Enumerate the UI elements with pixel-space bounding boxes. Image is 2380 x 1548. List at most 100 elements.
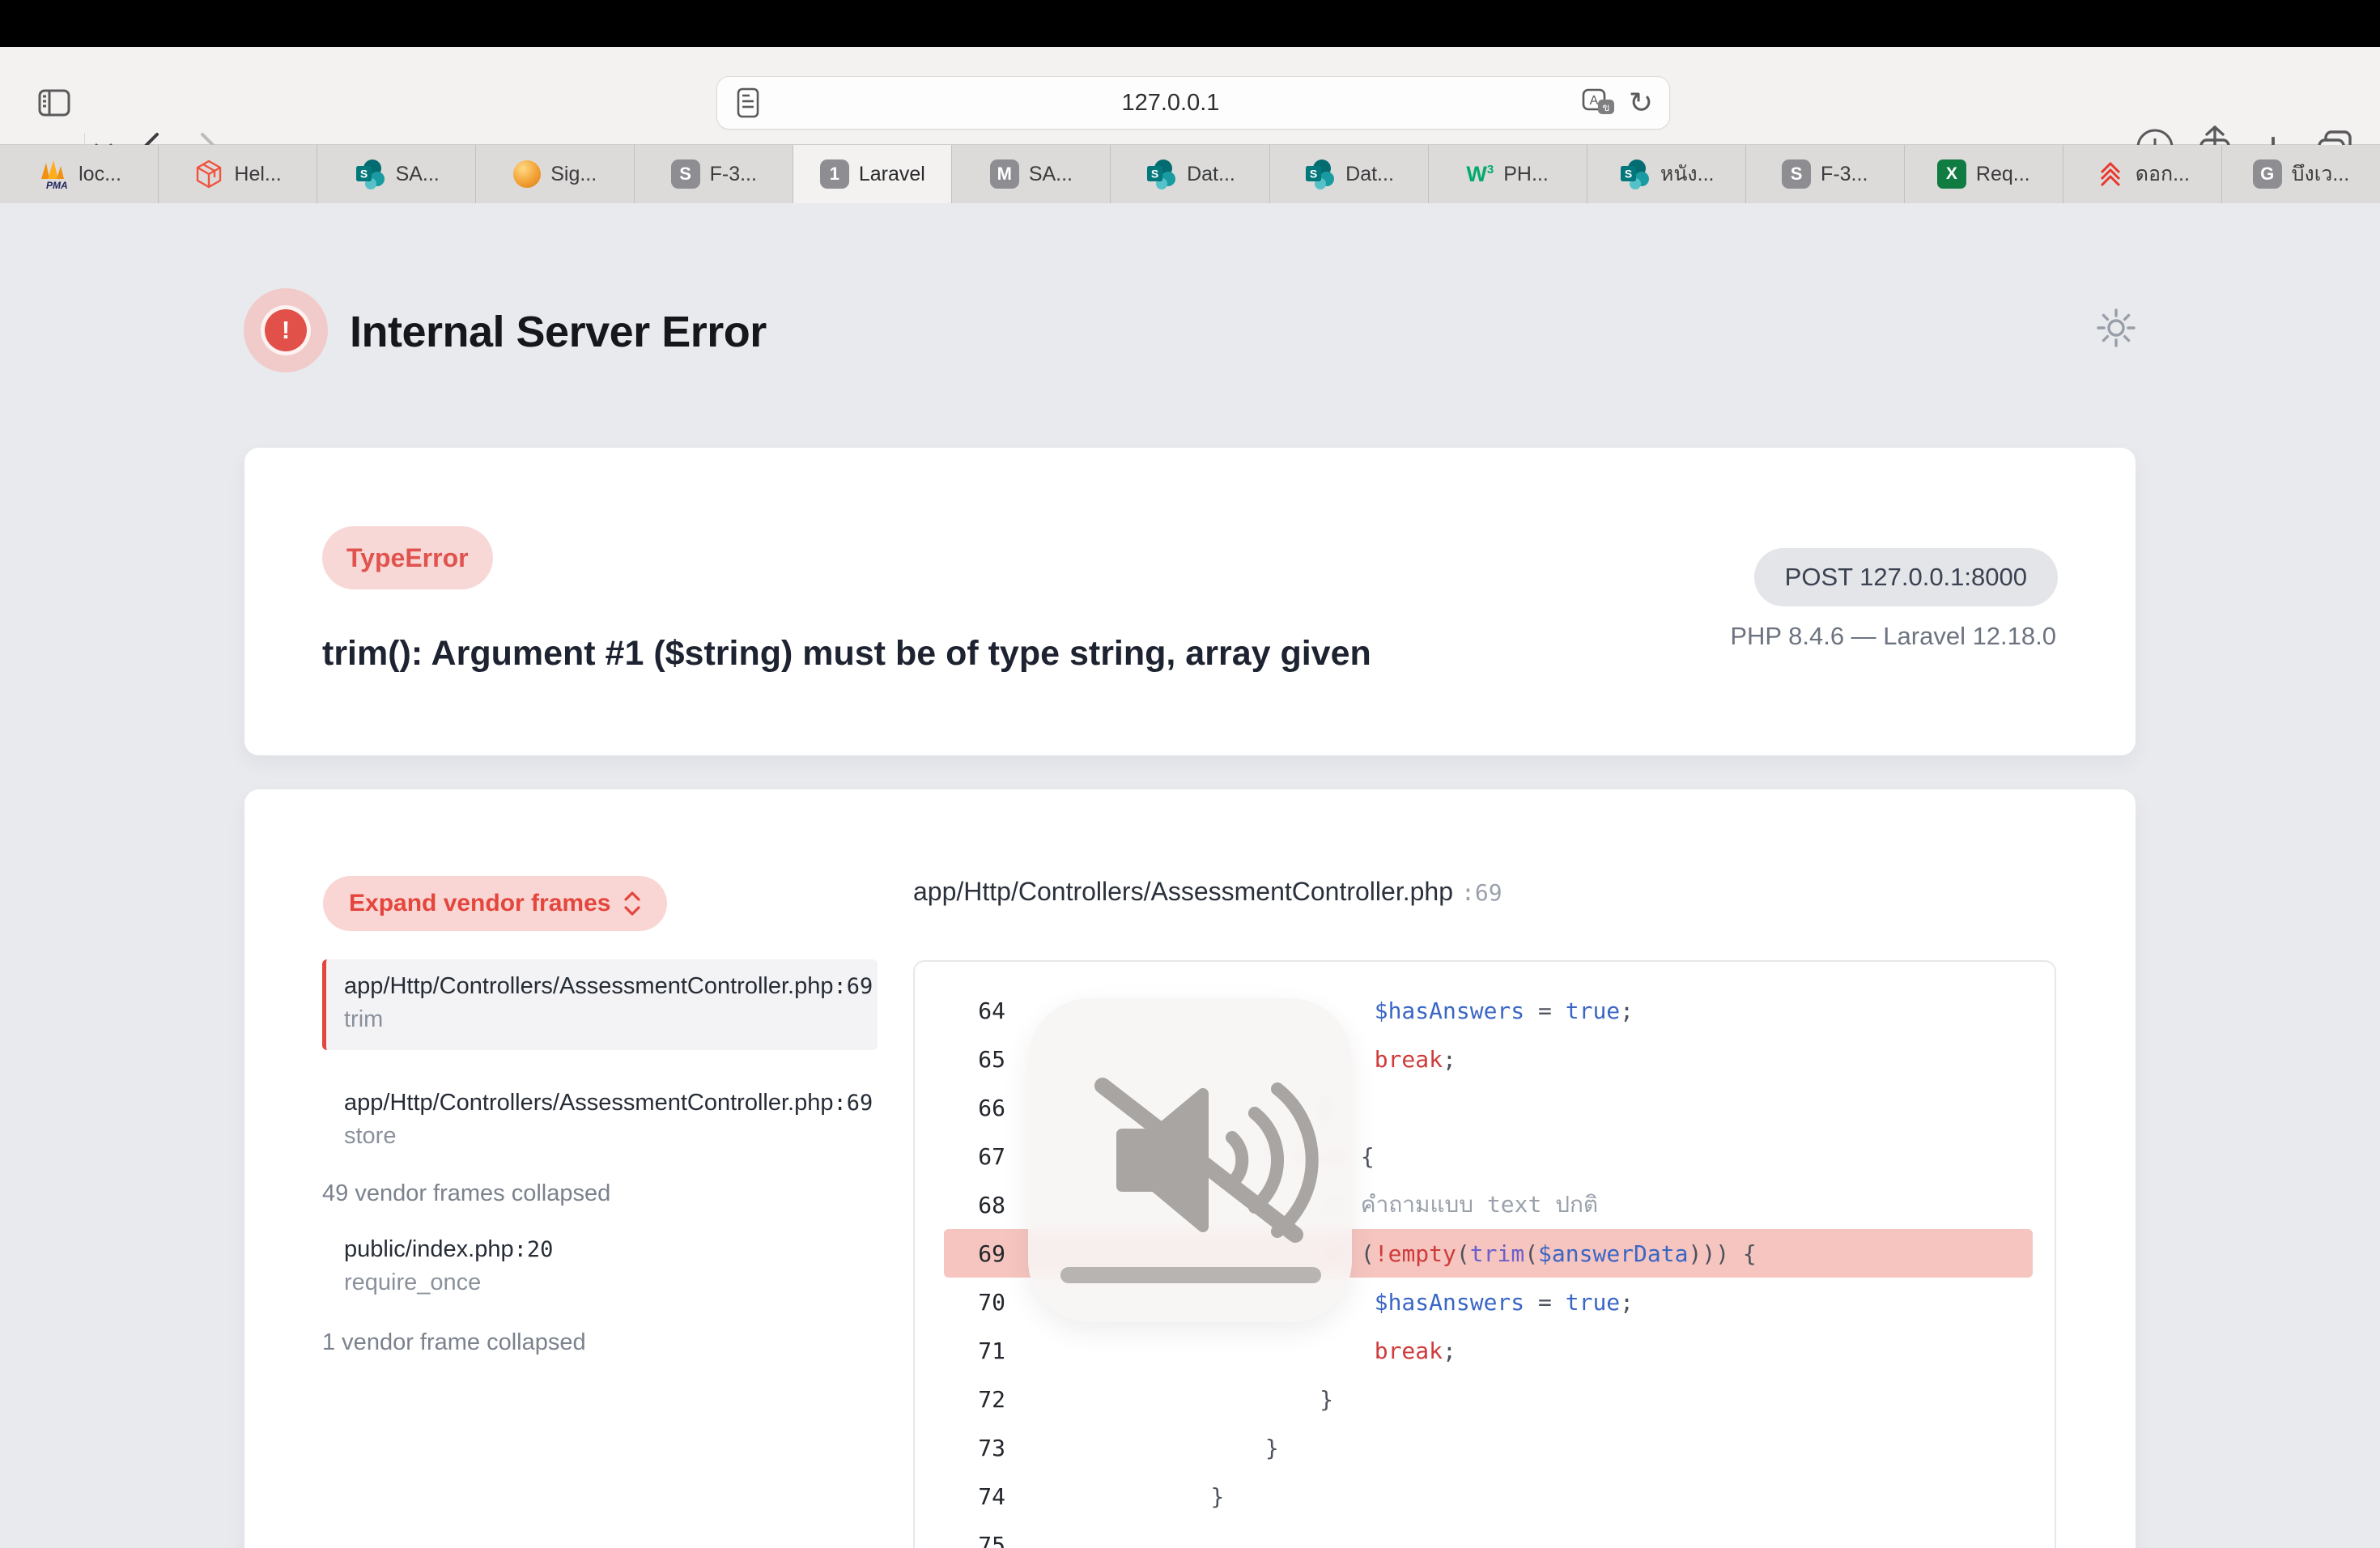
chevrons-icon — [2095, 159, 2126, 189]
line-number: 75 — [944, 1532, 1005, 1548]
stack-frame-active[interactable]: app/Http/Controllers/AssessmentControlle… — [322, 959, 878, 1050]
theme-toggle-sun-icon[interactable] — [2093, 305, 2139, 351]
stack-frame[interactable]: public/index.php:20 require_once — [322, 1223, 878, 1316]
error-status-icon: ! — [244, 288, 328, 372]
sharepoint-icon: S — [1303, 158, 1336, 190]
tab-label: F-3... — [1821, 163, 1868, 186]
exception-type-badge: TypeError — [322, 526, 493, 589]
error-message: trim(): Argument #1 ($string) must be of… — [322, 634, 1371, 674]
tab-label: Dat... — [1187, 163, 1235, 186]
svg-text:S: S — [1310, 168, 1317, 181]
letter-S-icon: S — [1782, 159, 1811, 189]
letter-M-icon: M — [990, 159, 1019, 189]
tab-9[interactable]: W3 PH... — [1429, 145, 1587, 203]
line-source: } — [1156, 1435, 1279, 1461]
svg-text:PMA: PMA — [46, 180, 68, 189]
tab-6[interactable]: M SA... — [952, 145, 1111, 203]
tab-10[interactable]: S หนัง... — [1587, 145, 1746, 203]
tab-0[interactable]: PMA loc... — [0, 145, 159, 203]
line-number: 72 — [944, 1386, 1005, 1413]
volume-level-bar — [1060, 1267, 1321, 1283]
tab-1[interactable]: Hel... — [159, 145, 317, 203]
menu-bar — [0, 0, 2380, 47]
tab-label: loc... — [79, 163, 121, 186]
sharepoint-icon: S — [1145, 158, 1177, 190]
tab-8[interactable]: SDat... — [1270, 145, 1429, 203]
expand-vendor-frames-button[interactable]: Expand vendor frames — [323, 876, 667, 931]
line-number: 71 — [944, 1337, 1005, 1364]
svg-text:S: S — [1625, 168, 1632, 181]
svg-text:S: S — [1151, 168, 1158, 181]
collapsed-vendor-frames[interactable]: 1 vendor frame collapsed — [322, 1326, 878, 1359]
letter-G-icon: G — [2253, 159, 2282, 189]
tab-4[interactable]: SF-3... — [635, 145, 793, 203]
open-file-header: app/Http/Controllers/AssessmentControlle… — [913, 877, 1502, 907]
speaker-muted-icon — [1103, 1086, 1312, 1235]
url-text[interactable]: 127.0.0.1 — [759, 90, 1582, 117]
line-number: 69 — [944, 1240, 1005, 1267]
tab-11[interactable]: S F-3... — [1746, 145, 1905, 203]
line-number: 68 — [944, 1192, 1005, 1218]
code-line-71: 71 break; — [944, 1326, 2033, 1375]
tab-label: ดอก... — [2136, 158, 2190, 190]
line-source: } — [1156, 1483, 1224, 1510]
collapsed-vendor-frames[interactable]: 49 vendor frames collapsed — [322, 1177, 878, 1210]
reader-icon[interactable] — [737, 87, 759, 118]
tab-label: Laravel — [859, 163, 925, 186]
frame-file: public/index.php:20 — [344, 1237, 878, 1262]
tab-label: บึงเว... — [2292, 158, 2350, 190]
sphere-icon — [513, 160, 541, 188]
stack-frame[interactable]: app/Http/Controllers/AssessmentControlle… — [322, 1076, 878, 1167]
tab-13[interactable]: ดอก... — [2063, 145, 2222, 203]
tab-label: Sig... — [550, 163, 597, 186]
tab-strip: PMAloc...Hel...SSA...Sig...SF-3...1Larav… — [0, 145, 2380, 203]
line-number: 73 — [944, 1435, 1005, 1461]
frame-method: trim — [344, 1007, 878, 1031]
url-bar[interactable]: 127.0.0.1 Aข ↻ — [716, 76, 1670, 130]
sharepoint-icon: S — [354, 158, 386, 190]
frame-method: require_once — [344, 1270, 878, 1295]
line-number: 74 — [944, 1483, 1005, 1510]
frame-method: store — [344, 1124, 878, 1148]
svg-text:A: A — [1589, 94, 1598, 108]
code-line-72: 72 } — [944, 1375, 2033, 1423]
chevron-up-down-icon — [623, 891, 641, 916]
code-line-73: 73 } — [944, 1423, 2033, 1472]
tab-label: Req... — [1976, 163, 2030, 186]
line-number: 65 — [944, 1046, 1005, 1073]
code-line-75: 75 — [944, 1520, 2033, 1548]
frame-file: app/Http/Controllers/AssessmentControlle… — [344, 1091, 878, 1116]
tab-14[interactable]: G บึงเว... — [2222, 145, 2380, 203]
line-number: 67 — [944, 1143, 1005, 1170]
code-line-74: 74 } — [944, 1472, 2033, 1520]
laravel-icon — [193, 159, 224, 189]
line-number: 64 — [944, 997, 1005, 1024]
translate-icon[interactable]: Aข — [1582, 88, 1616, 117]
tab-label: PH... — [1503, 163, 1549, 186]
expand-vendor-frames-label: Expand vendor frames — [349, 890, 610, 917]
request-method-badge: POST 127.0.0.1:8000 — [1754, 548, 2058, 606]
line-source: } — [1156, 1386, 1333, 1413]
tab-3[interactable]: Sig... — [476, 145, 635, 203]
php-laravel-versions: PHP 8.4.6 — Laravel 12.18.0 — [1730, 622, 2056, 651]
letter-1-icon: 1 — [820, 159, 849, 189]
phpmyadmin-icon: PMA — [36, 159, 69, 189]
tab-label: SA... — [1029, 163, 1073, 186]
tab-12[interactable]: X Req... — [1905, 145, 2063, 203]
svg-text:S: S — [359, 168, 367, 181]
frame-file: app/Http/Controllers/AssessmentControlle… — [344, 974, 878, 999]
tab-2[interactable]: S SA... — [317, 145, 476, 203]
tab-label: หนัง... — [1660, 158, 1715, 190]
w3schools-icon: W3 — [1466, 162, 1494, 187]
sidebar-toggle-button[interactable] — [36, 87, 72, 119]
tab-label: SA... — [396, 163, 440, 186]
open-file-path: app/Http/Controllers/AssessmentControlle… — [913, 877, 1453, 907]
sharepoint-icon: S — [1618, 158, 1651, 190]
browser-toolbar: 127.0.0.1 Aข ↻ + — [0, 47, 2380, 145]
tab-5-active[interactable]: 1 Laravel — [793, 145, 952, 203]
reload-icon[interactable]: ↻ — [1629, 86, 1653, 120]
excel-icon: X — [1937, 159, 1966, 189]
tab-label: F-3... — [710, 163, 757, 186]
page-title: Internal Server Error — [350, 307, 767, 357]
tab-7[interactable]: S Dat... — [1111, 145, 1269, 203]
